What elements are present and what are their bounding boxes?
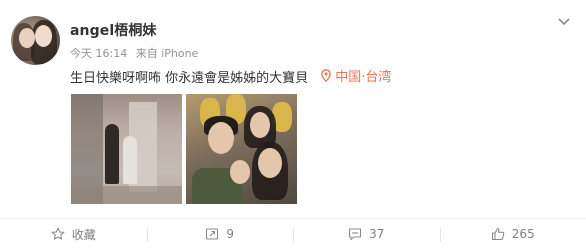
action-bar: 收藏 9 37 265: [0, 219, 586, 249]
post-text-line: 生日快樂呀啊咘 你永遠會是姊姊的大寶貝 中国·台湾: [70, 66, 391, 86]
post-meta: 今天 16:14 来自 iPhone: [70, 45, 198, 61]
thumbs-up-icon: [491, 227, 505, 241]
comment-count: 37: [369, 227, 385, 241]
repost-icon: [206, 228, 219, 240]
location-link[interactable]: 中国·台湾: [321, 66, 391, 85]
repost-button[interactable]: 9: [146, 219, 294, 249]
like-count: 265: [511, 227, 535, 241]
post-photo-1[interactable]: [71, 94, 182, 204]
like-button[interactable]: 265: [439, 219, 586, 249]
avatar[interactable]: [11, 16, 60, 65]
username[interactable]: angel梧桐妹: [70, 20, 157, 40]
favorite-label: 收藏: [71, 227, 96, 242]
comment-icon: [349, 228, 362, 241]
star-icon: [51, 227, 65, 240]
location-pin-icon: [321, 69, 332, 82]
post-photo-2[interactable]: [186, 94, 297, 204]
post-timestamp[interactable]: 今天 16:14: [70, 47, 127, 60]
chevron-down-icon[interactable]: [556, 16, 572, 28]
comment-button[interactable]: 37: [293, 219, 440, 249]
post-source: 来自 iPhone: [135, 47, 199, 60]
location-text: 中国·台湾: [335, 70, 392, 85]
weibo-post-card: angel梧桐妹 今天 16:14 来自 iPhone 生日快樂呀啊咘 你永遠會…: [0, 0, 586, 249]
favorite-button[interactable]: 收藏: [0, 219, 147, 249]
post-text: 生日快樂呀啊咘 你永遠會是姊姊的大寶貝: [70, 71, 309, 86]
repost-count: 9: [226, 227, 235, 241]
